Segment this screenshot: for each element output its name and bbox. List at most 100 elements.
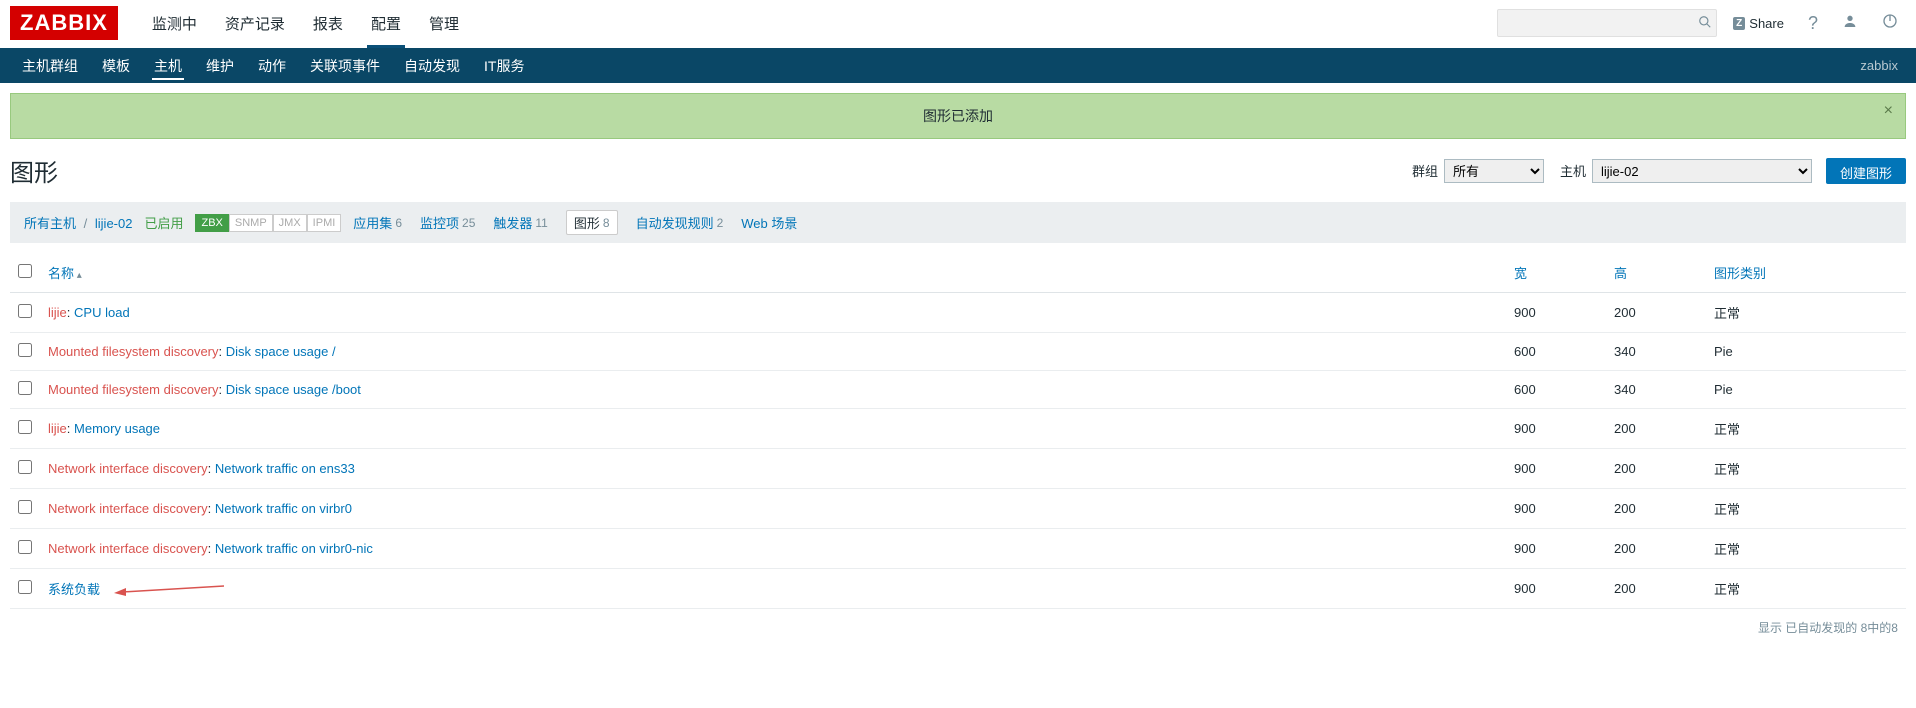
- group-filter-select[interactable]: 所有: [1444, 159, 1544, 183]
- name-separator: :: [208, 541, 215, 556]
- row-checkbox[interactable]: [18, 420, 32, 434]
- host-filter-select[interactable]: lijie-02: [1592, 159, 1812, 183]
- sub-nav-item[interactable]: 动作: [246, 48, 298, 84]
- name-separator: :: [208, 501, 215, 516]
- cell-type: 正常: [1706, 293, 1906, 333]
- logo[interactable]: ZABBIX: [10, 6, 118, 40]
- row-checkbox-cell: [10, 489, 40, 529]
- row-checkbox[interactable]: [18, 460, 32, 474]
- row-checkbox[interactable]: [18, 580, 32, 594]
- template-link[interactable]: lijie: [48, 421, 67, 436]
- table-row: Mounted filesystem discovery: Disk space…: [10, 371, 1906, 409]
- page-title: 图形: [10, 153, 1396, 188]
- host-tab-label: 应用集: [353, 213, 392, 232]
- sub-nav-item[interactable]: IT服务: [472, 48, 536, 84]
- cell-name: lijie: Memory usage: [40, 409, 1506, 449]
- sub-nav-user[interactable]: zabbix: [1860, 58, 1906, 73]
- cell-type: Pie: [1706, 371, 1906, 409]
- host-tab-label: 图形: [574, 213, 600, 232]
- sub-nav-item[interactable]: 维护: [194, 48, 246, 84]
- cell-type: 正常: [1706, 529, 1906, 569]
- row-checkbox-cell: [10, 371, 40, 409]
- cell-height: 340: [1606, 371, 1706, 409]
- top-right-controls: Z Share ?: [1497, 9, 1906, 38]
- top-nav-item[interactable]: 配置: [357, 0, 415, 48]
- search-icon[interactable]: [1690, 15, 1720, 32]
- sub-nav-item[interactable]: 模板: [90, 48, 142, 84]
- user-icon[interactable]: [1834, 9, 1866, 38]
- host-tab[interactable]: 触发器 11: [493, 213, 547, 232]
- graph-name-link[interactable]: Network traffic on virbr0-nic: [215, 541, 373, 556]
- graph-name-link[interactable]: CPU load: [74, 305, 130, 320]
- template-link[interactable]: Network interface discovery: [48, 541, 208, 556]
- template-link[interactable]: Network interface discovery: [48, 501, 208, 516]
- host-status: 已启用: [144, 213, 183, 232]
- cell-type: Pie: [1706, 333, 1906, 371]
- graph-name-link[interactable]: Network traffic on virbr0: [215, 501, 352, 516]
- breadcrumb-separator: /: [84, 216, 88, 231]
- header-type[interactable]: 图形类别: [1706, 253, 1906, 293]
- availability-tag: ZBX: [195, 214, 228, 232]
- help-icon[interactable]: ?: [1800, 9, 1826, 38]
- sub-nav-item[interactable]: 主机: [142, 48, 194, 84]
- host-tab-count: 2: [717, 216, 724, 230]
- host-tab-count: 6: [395, 216, 402, 230]
- select-all-checkbox[interactable]: [18, 264, 32, 278]
- top-nav-item[interactable]: 报表: [299, 0, 357, 48]
- graph-name-link[interactable]: Disk space usage /: [226, 344, 336, 359]
- graph-name-link[interactable]: Memory usage: [74, 421, 160, 436]
- cell-width: 900: [1506, 293, 1606, 333]
- row-checkbox[interactable]: [18, 381, 32, 395]
- cell-name: Network interface discovery: Network tra…: [40, 529, 1506, 569]
- row-checkbox[interactable]: [18, 304, 32, 318]
- header-name[interactable]: 名称: [40, 253, 1506, 293]
- success-alert: 图形已添加 ×: [10, 93, 1906, 139]
- graph-name-link[interactable]: Network traffic on ens33: [215, 461, 355, 476]
- page-header: 图形 群组 所有 主机 lijie-02 创建图形: [0, 149, 1916, 202]
- sub-nav-item[interactable]: 自动发现: [392, 48, 472, 84]
- search-input[interactable]: [1498, 16, 1690, 31]
- template-link[interactable]: Mounted filesystem discovery: [48, 382, 219, 397]
- create-graph-button[interactable]: 创建图形: [1826, 158, 1906, 184]
- top-nav-item[interactable]: 监测中: [138, 0, 211, 48]
- template-link[interactable]: Network interface discovery: [48, 461, 208, 476]
- table-row: Network interface discovery: Network tra…: [10, 449, 1906, 489]
- host-tab-label: 监控项: [420, 213, 459, 232]
- select-all-header: [10, 253, 40, 293]
- cell-height: 200: [1606, 529, 1706, 569]
- share-badge-icon: Z: [1733, 17, 1745, 30]
- name-separator: :: [219, 344, 226, 359]
- sub-nav-item[interactable]: 主机群组: [10, 48, 90, 84]
- sub-nav-items: 主机群组模板主机维护动作关联项事件自动发现IT服务: [10, 48, 1860, 84]
- top-nav-item[interactable]: 资产记录: [211, 0, 299, 48]
- row-checkbox[interactable]: [18, 500, 32, 514]
- row-checkbox-cell: [10, 293, 40, 333]
- host-tab[interactable]: 图形 8: [566, 210, 618, 235]
- table-row: Network interface discovery: Network tra…: [10, 529, 1906, 569]
- row-checkbox[interactable]: [18, 540, 32, 554]
- host-tab[interactable]: 自动发现规则 2: [636, 213, 724, 232]
- host-tab[interactable]: 应用集 6: [353, 213, 402, 232]
- name-separator: :: [208, 461, 215, 476]
- share-button[interactable]: Z Share: [1725, 12, 1792, 35]
- template-link[interactable]: lijie: [48, 305, 67, 320]
- host-tab[interactable]: Web 场景: [741, 213, 797, 232]
- row-checkbox[interactable]: [18, 343, 32, 357]
- top-nav-item[interactable]: 管理: [415, 0, 473, 48]
- global-search[interactable]: [1497, 9, 1717, 37]
- sub-nav-item[interactable]: 关联项事件: [298, 48, 392, 84]
- graph-name-link[interactable]: Disk space usage /boot: [226, 382, 361, 397]
- breadcrumb-host[interactable]: lijie-02: [95, 216, 133, 231]
- cell-type: 正常: [1706, 569, 1906, 609]
- cell-height: 200: [1606, 449, 1706, 489]
- header-width[interactable]: 宽: [1506, 253, 1606, 293]
- breadcrumb-all-hosts[interactable]: 所有主机: [24, 216, 76, 231]
- template-link[interactable]: Mounted filesystem discovery: [48, 344, 219, 359]
- name-separator: :: [67, 305, 74, 320]
- graph-name-link[interactable]: 系统负载: [48, 582, 100, 597]
- logout-icon[interactable]: [1874, 9, 1906, 38]
- header-height[interactable]: 高: [1606, 253, 1706, 293]
- cell-name: Network interface discovery: Network tra…: [40, 489, 1506, 529]
- host-tab[interactable]: 监控项 25: [420, 213, 475, 232]
- close-icon[interactable]: ×: [1884, 102, 1893, 120]
